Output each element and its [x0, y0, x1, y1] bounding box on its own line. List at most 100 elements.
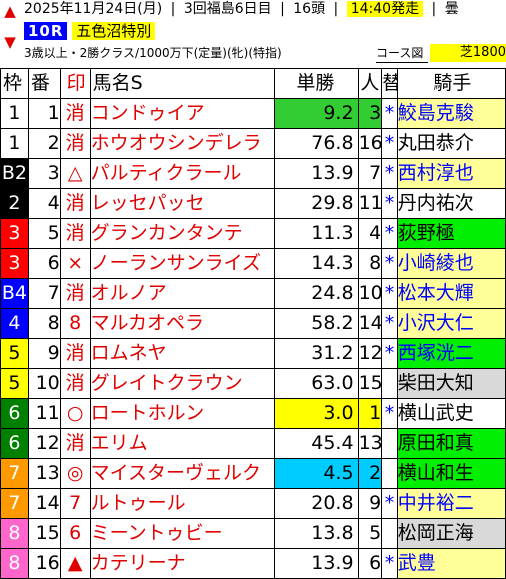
table-row[interactable]: 5 9 消ロムネヤ 31.2 12 * 西塚洸二 — [0, 338, 506, 369]
table-row[interactable]: 6 12 消エリム 45.4 13 原田和真 — [0, 428, 506, 459]
horse-name-cell[interactable]: カテリーナ — [89, 548, 276, 579]
prediction-mark-text: 消 — [65, 282, 85, 304]
waku-text: 8 — [8, 522, 21, 544]
jockey-change-text: * — [384, 252, 395, 274]
table-row[interactable]: 3 5 消グランカンタンテ 11.3 4 * 荻野極 — [0, 218, 506, 249]
jockey-text: 丹内祐次 — [397, 192, 474, 214]
horse-number-text: 10 — [35, 372, 60, 394]
popularity-cell: 15 — [357, 368, 383, 399]
horse-name-cell[interactable]: ミーントゥビー — [89, 518, 276, 549]
col-odds[interactable]: 単勝 — [274, 68, 359, 99]
up-arrow-icon[interactable]: ▲ — [2, 3, 18, 19]
popularity-cell: 5 — [357, 518, 383, 549]
waku-cell: B4 — [0, 278, 29, 309]
horse-name-cell[interactable]: ルトゥール — [89, 488, 276, 519]
down-arrow-icon[interactable]: ▼ — [2, 34, 18, 50]
horse-name-text: グレイトクラウン — [90, 372, 243, 394]
horse-name-cell[interactable]: グレイトクラウン — [89, 368, 276, 399]
horse-number-text: 4 — [47, 192, 60, 214]
course-map-link[interactable]: コース図 — [376, 44, 428, 63]
jockey-change-text: * — [384, 192, 395, 214]
prediction-mark-text: × — [67, 252, 84, 274]
waku-text: 3 — [8, 222, 21, 244]
col-mark[interactable]: 印 — [59, 68, 91, 99]
popularity-text: 6 — [369, 552, 382, 574]
jockey-text: 小崎綾也 — [397, 252, 474, 274]
col-waku[interactable]: 枠 — [0, 68, 29, 99]
table-row[interactable]: 1 2 消ホウオウシンデレラ 76.8 16 * 丸田恭介 — [0, 128, 506, 159]
waku-cell: 1 — [0, 128, 29, 159]
prediction-mark-text: 消 — [65, 132, 85, 154]
col-ninki[interactable]: 人 — [357, 68, 383, 99]
runner-count: 16頭 — [293, 1, 326, 17]
table-row[interactable]: 6 11 ○ ロートホルン 3.0 1 * 横山武史 — [0, 398, 506, 429]
jockey-change-text: * — [384, 552, 395, 574]
win-odds-cell: 3.0 — [274, 398, 359, 429]
horse-number-cell: 13 — [27, 458, 61, 489]
win-odds-cell: 13.9 — [274, 548, 359, 579]
jockey-change-cell: * — [381, 218, 398, 249]
table-row[interactable]: 3 6 × ノーランサンライズ 14.3 8 * 小崎綾也 — [0, 248, 506, 279]
table-row[interactable]: 8 15 6 ミーントゥビー 13.8 5 松岡正海 — [0, 518, 506, 549]
horse-number-text: 3 — [47, 162, 60, 184]
jockey-text: 鮫島克駿 — [397, 102, 474, 124]
horse-name-text: カテリーナ — [90, 552, 186, 574]
horse-name-cell[interactable]: エリム — [89, 428, 276, 459]
popularity-text: 13 — [358, 432, 382, 454]
race-number: 10R — [24, 22, 68, 40]
table-row[interactable]: 8 16 ▲ カテリーナ 13.9 6 * 武豊 — [0, 548, 506, 579]
entries-body: 1 1 消コンドゥイア 9.2 3 * 鮫島克駿 1 2 消ホウオウシンデレラ 76.8 16 * 丸田恭… — [0, 98, 506, 579]
horse-number-text: 14 — [35, 492, 60, 514]
horse-name-cell[interactable]: ロートホルン — [89, 398, 276, 429]
table-row[interactable]: 7 13 ◎ マイスターヴェルク 4.5 2 横山和生 — [0, 458, 506, 489]
horse-name-cell[interactable]: マイスターヴェルク — [89, 458, 276, 489]
horse-name-cell[interactable]: ホウオウシンデレラ — [89, 128, 276, 159]
win-odds-text: 14.3 — [311, 252, 354, 274]
waku-text: 5 — [8, 342, 21, 364]
horse-name-cell[interactable]: ノーランサンライズ — [89, 248, 276, 279]
jockey-text: 西村淳也 — [397, 162, 474, 184]
horse-name-text: マルカオペラ — [90, 312, 205, 334]
table-row[interactable]: B4 7 消オルノア 24.8 10 * 松本大輝 — [0, 278, 506, 309]
horse-name-text: パルティクラール — [90, 162, 242, 184]
prediction-mark-text: ○ — [66, 402, 84, 424]
popularity-cell: 11 — [357, 188, 383, 219]
table-row[interactable]: 4 8 8 マルカオペラ 58.2 14 * 小沢大仁 — [0, 308, 506, 339]
horse-name-cell[interactable]: マルカオペラ — [89, 308, 276, 339]
table-row[interactable]: 1 1 消コンドゥイア 9.2 3 * 鮫島克駿 — [0, 98, 506, 129]
win-odds-text: 4.5 — [323, 462, 354, 484]
race-header: ▲ ▼ 2025年11月24日(月) | 3回福島6日目 | 16頭 | 14:… — [0, 0, 506, 68]
horse-name-cell[interactable]: コンドゥイア — [89, 98, 276, 129]
col-jockey[interactable]: 騎手 — [396, 68, 506, 99]
prediction-mark-text: △ — [67, 162, 83, 184]
prediction-mark-cell: 消 — [59, 218, 91, 249]
race-name: 五色沼特別 — [72, 22, 156, 40]
horse-number-text: 1 — [47, 102, 60, 124]
col-umaban[interactable]: 番 — [27, 68, 61, 99]
win-odds-text: 9.2 — [323, 102, 354, 124]
horse-name-cell[interactable]: パルティクラール — [89, 158, 276, 189]
table-row[interactable]: 5 10 消グレイトクラウン 63.0 15 柴田大知 — [0, 368, 506, 399]
popularity-text: 1 — [369, 402, 382, 424]
win-odds-cell: 31.2 — [274, 338, 359, 369]
table-row[interactable]: 7 14 7 ルトゥール 20.8 9 * 中井裕二 — [0, 488, 506, 519]
horse-name-cell[interactable]: グランカンタンテ — [89, 218, 276, 249]
win-odds-text: 29.8 — [311, 192, 354, 214]
waku-cell: B2 — [0, 158, 29, 189]
horse-name-cell[interactable]: オルノア — [89, 278, 276, 309]
horse-name-cell[interactable]: ロムネヤ — [89, 338, 276, 369]
win-odds-cell: 4.5 — [274, 458, 359, 489]
prediction-mark-cell: 消 — [59, 278, 91, 309]
waku-cell: 8 — [0, 518, 29, 549]
jockey-change-text: * — [384, 222, 395, 244]
win-odds-cell: 9.2 — [274, 98, 359, 129]
win-odds-cell: 13.9 — [274, 158, 359, 189]
popularity-cell: 2 — [357, 458, 383, 489]
col-change[interactable]: 替 — [381, 68, 398, 99]
table-row[interactable]: B2 3 △ パルティクラール 13.9 7 * 西村淳也 — [0, 158, 506, 189]
col-name[interactable]: 馬名S — [89, 68, 276, 99]
table-row[interactable]: 2 4 消レッセパッセ 29.8 11 * 丹内祐次 — [0, 188, 506, 219]
horse-name-cell[interactable]: レッセパッセ — [89, 188, 276, 219]
horse-number-text: 15 — [35, 522, 60, 544]
prediction-mark-text: 7 — [69, 492, 82, 514]
